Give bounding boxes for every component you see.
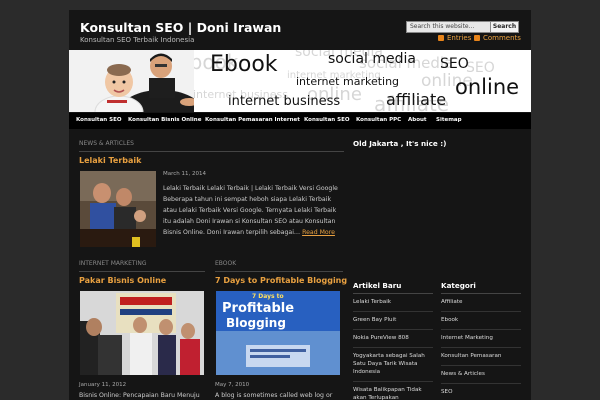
kategori-list: Affiliate Ebook Internet Marketing Konsu…: [441, 294, 521, 400]
rss-icon: [438, 35, 444, 41]
banner-keyword: internet business: [228, 94, 341, 109]
section-divider: [215, 271, 343, 272]
artikel-item[interactable]: Green Bay Pluit: [353, 312, 433, 330]
artikel-item[interactable]: Yogyakarta sebagai Salah Satu Daya Tarik…: [353, 348, 433, 382]
post-thumbnail[interactable]: [80, 171, 156, 247]
nav-item-about[interactable]: About: [408, 117, 427, 123]
nav-item-konsultan-bisnis-online[interactable]: Konsultan Bisnis Online: [128, 117, 201, 123]
post-date: January 11, 2012: [79, 382, 127, 388]
sidebar-top-title: Old Jakarta , It's nice :): [353, 139, 447, 148]
ebook-cover-line: Blogging: [226, 316, 286, 330]
search-button[interactable]: Search: [490, 21, 519, 33]
section-label-news: NEWS & ARTICLES: [79, 140, 134, 147]
post-title-lelaki-terbaik[interactable]: Lelaki Terbaik: [79, 156, 141, 165]
kategori-item[interactable]: SEO: [441, 384, 521, 400]
page-wrapper: Konsultan SEO | Doni Irawan Konsultan SE…: [69, 10, 531, 400]
artikel-item[interactable]: Lelaki Terbaik: [353, 294, 433, 312]
nav-item-konsultan-seo-2[interactable]: Konsultan SEO: [304, 117, 350, 123]
artikel-item[interactable]: Nokia PureView 808: [353, 330, 433, 348]
post-excerpt: Lelaki Terbaik Lelaki Terbaik | Lelaki T…: [163, 183, 345, 238]
banner-keyword: social media: [328, 51, 416, 67]
nav-item-sitemap[interactable]: Sitemap: [436, 117, 462, 123]
banner-photo: [69, 50, 194, 112]
section-divider: [79, 271, 205, 272]
kategori-item[interactable]: Affiliate: [441, 294, 521, 312]
kategori-item[interactable]: Konsultan Pemasaran: [441, 348, 521, 366]
banner-keyword: affiliate: [386, 90, 447, 109]
site-tagline: Konsultan SEO Terbaik Indonesia: [80, 36, 195, 44]
site-title[interactable]: Konsultan SEO | Doni Irawan: [80, 20, 281, 35]
ebook-cover-line: Profitable: [222, 301, 295, 316]
post-thumbnail[interactable]: 7 Days to Profitable Blogging: [216, 291, 340, 375]
comments-feed-link[interactable]: Comments: [483, 34, 521, 42]
nav-item-konsultan-ppc[interactable]: Konsultan PPC: [356, 117, 401, 123]
artikel-list: Lelaki Terbaik Green Bay Pluit Nokia Pur…: [353, 294, 433, 400]
kategori-item[interactable]: Internet Marketing: [441, 330, 521, 348]
section-label-ebook: EBOOK: [215, 260, 237, 267]
kategori-item[interactable]: News & Articles: [441, 366, 521, 384]
artikel-item[interactable]: Wisata Balikpapan Tidak akan Terlupakan: [353, 382, 433, 400]
section-divider: [79, 151, 344, 152]
banner-ghost-word: SEO: [466, 60, 495, 76]
entries-feed-link[interactable]: Entries: [447, 34, 471, 42]
nav-item-konsultan-seo[interactable]: Konsultan SEO: [76, 117, 122, 123]
banner-keyword: Ebook: [210, 52, 278, 77]
ebook-cover-line: 7 Days to: [252, 293, 284, 300]
post-thumbnail[interactable]: [80, 291, 204, 375]
post-title-pakar-bisnis-online[interactable]: Pakar Bisnis Online: [79, 276, 166, 285]
widget-title-artikel-baru: Artikel Baru: [353, 281, 402, 290]
nav-item-konsultan-pemasaran-internet[interactable]: Konsultan Pemasaran Internet: [205, 117, 300, 123]
read-more-link[interactable]: Read More: [302, 229, 335, 236]
search-input[interactable]: [406, 21, 494, 33]
banner-keyword: SEO: [440, 56, 469, 72]
widget-title-kategori: Kategori: [441, 281, 476, 290]
kategori-item[interactable]: Ebook: [441, 312, 521, 330]
post-date: March 11, 2014: [163, 171, 207, 177]
main-navigation: Konsultan SEO Konsultan Bisnis Online Ko…: [69, 113, 531, 129]
banner-keyword: internet marketing: [296, 75, 400, 88]
post-date: May 7, 2010: [215, 382, 250, 388]
post-title-7-days-to-profitable-blogging[interactable]: 7 Days to Profitable Blogging: [215, 276, 347, 285]
post-excerpt: Bisnis Online: Pencapaian Baru Menuju Ke…: [79, 392, 200, 399]
section-label-internet-marketing: INTERNET MARKETING: [79, 260, 147, 267]
header-banner: Ebook social media social media internet…: [69, 50, 531, 112]
post-excerpt: A blog is sometimes called web log or we…: [215, 392, 333, 399]
banner-keyword: online: [455, 75, 520, 99]
rss-icon: [474, 35, 480, 41]
